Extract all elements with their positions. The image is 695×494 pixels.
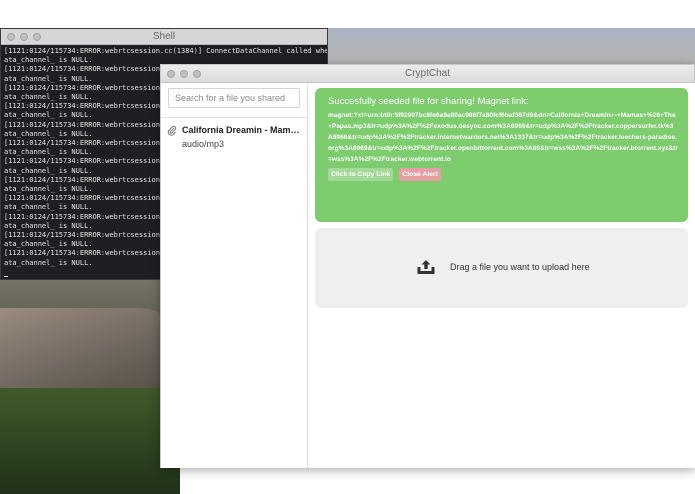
shell-title: Shell	[152, 31, 176, 42]
alert-buttons: Click to Copy Link Close Alert	[328, 167, 675, 181]
main-panel: Succesfully seeded file for sharing! Mag…	[309, 83, 695, 468]
search-input[interactable]	[168, 88, 300, 108]
copy-link-button[interactable]: Click to Copy Link	[328, 167, 394, 181]
upload-dropzone[interactable]: Drag a file you want to upload here	[315, 228, 688, 308]
magnet-link[interactable]: magnet:?xt=urn:btih:5f92907bc8fe6a9a90ac…	[328, 111, 678, 166]
cryptchat-titlebar[interactable]: CryptChat	[161, 65, 694, 83]
close-alert-button[interactable]: Close Alert	[399, 167, 441, 181]
file-list-item[interactable]: California Dreamin - Mamas & Papas.mp3 a…	[161, 121, 308, 155]
paperclip-icon	[167, 125, 177, 139]
file-sidebar: California Dreamin - Mamas & Papas.mp3 a…	[161, 83, 308, 468]
desktop: Shell [1121:0124/115734:ERROR:webrtcsess…	[0, 0, 695, 494]
dropzone-label: Drag a file you want to upload here	[450, 262, 590, 272]
file-type: audio/mp3	[182, 139, 225, 149]
file-name: California Dreamin - Mamas & Papas.mp3	[182, 125, 304, 135]
upload-icon	[417, 260, 435, 274]
wallpaper-trees	[0, 388, 180, 494]
shell-titlebar[interactable]: Shell	[1, 29, 327, 45]
shell-log-line: [1121:0124/115734:ERROR:webrtcsession.cc…	[4, 47, 327, 55]
cryptchat-window[interactable]: CryptChat California Dreamin - Mamas & P…	[160, 64, 695, 468]
success-alert: Succesfully seeded file for sharing! Mag…	[315, 88, 688, 222]
terminal-cursor	[4, 276, 8, 278]
alert-title: Succesfully seeded file for sharing! Mag…	[328, 96, 529, 107]
cryptchat-title: CryptChat	[404, 68, 450, 79]
sidebar-divider	[161, 117, 308, 118]
